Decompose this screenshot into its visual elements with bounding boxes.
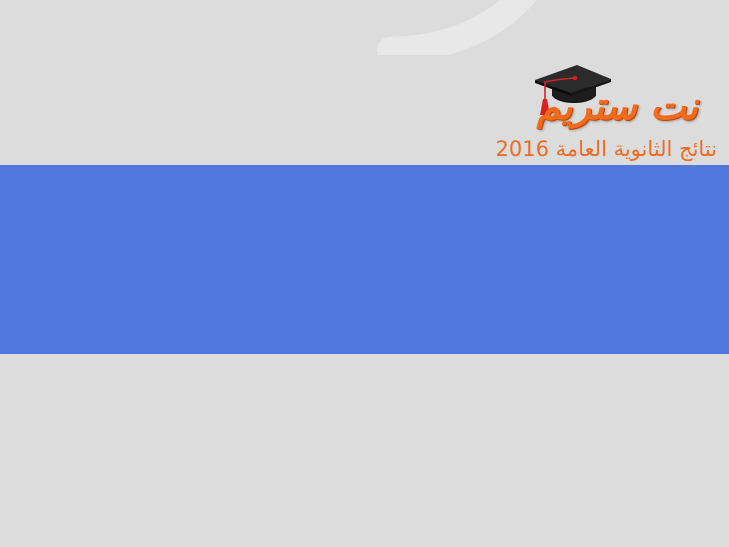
site-logo[interactable]: نت ستريم نتائج الثانوية العامة 2016 — [455, 55, 720, 163]
site-header: نت ستريم نتائج الثانوية العامة 2016 — [0, 0, 729, 165]
logo-subtitle: نتائج الثانوية العامة 2016 — [495, 137, 718, 161]
blue-banner — [0, 165, 729, 354]
main-content-area — [0, 354, 729, 547]
logo-title: نت ستريم — [536, 84, 699, 128]
